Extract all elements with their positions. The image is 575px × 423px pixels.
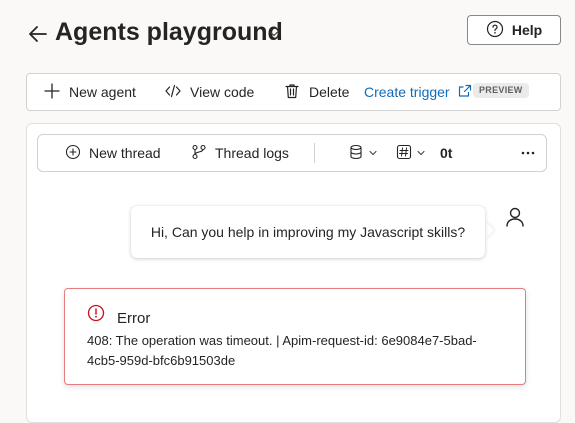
delete-button[interactable]: Delete <box>283 74 349 110</box>
user-message-text: Hi, Can you help in improving my Javascr… <box>150 224 466 240</box>
user-avatar-icon <box>503 205 527 229</box>
token-count: 0t <box>440 145 453 161</box>
new-thread-label: New thread <box>89 145 161 161</box>
help-button[interactable]: Help <box>467 15 561 45</box>
new-thread-button[interactable]: New thread <box>65 135 161 171</box>
help-button-label: Help <box>511 22 543 38</box>
trash-icon <box>283 82 301 103</box>
chevron-down-icon <box>368 145 378 161</box>
preview-badge: PREVIEW <box>473 83 529 98</box>
open-external-icon <box>458 84 472 101</box>
question-circle-icon <box>486 20 504 41</box>
more-options-icon[interactable] <box>520 135 536 171</box>
code-icon <box>164 82 182 103</box>
view-code-label: View code <box>190 84 255 100</box>
thread-logs-label: Thread logs <box>215 145 289 161</box>
hashtag-icon <box>396 144 412 163</box>
view-code-button[interactable]: View code <box>164 74 254 110</box>
thread-logs-button[interactable]: Thread logs <box>191 135 289 171</box>
delete-label: Delete <box>309 84 350 100</box>
error-circle-icon <box>87 304 105 322</box>
toolbar-divider <box>314 143 315 163</box>
user-message: Hi, Can you help in improving my Javascr… <box>131 206 485 258</box>
create-trigger-link[interactable]: Create trigger <box>364 74 472 110</box>
database-icon <box>348 144 364 163</box>
new-agent-label: New agent <box>69 84 136 100</box>
database-dropdown[interactable] <box>348 135 378 171</box>
plus-icon <box>43 82 61 103</box>
error-title: Error <box>117 310 151 327</box>
error-text: 408: The operation was timeout. | Apim-r… <box>87 333 477 368</box>
chevron-down-icon[interactable] <box>268 27 280 39</box>
back-arrow-icon[interactable] <box>26 22 50 46</box>
token-dropdown[interactable]: 0t <box>396 135 452 171</box>
add-circle-icon <box>65 144 81 163</box>
create-trigger-label: Create trigger <box>364 84 450 100</box>
page-title: Agents playground <box>55 18 283 46</box>
chevron-down-icon <box>416 145 426 161</box>
thread-toolbar: New thread Thread logs 0t <box>37 134 547 172</box>
branch-icon <box>191 144 207 163</box>
new-agent-button[interactable]: New agent <box>43 74 136 110</box>
